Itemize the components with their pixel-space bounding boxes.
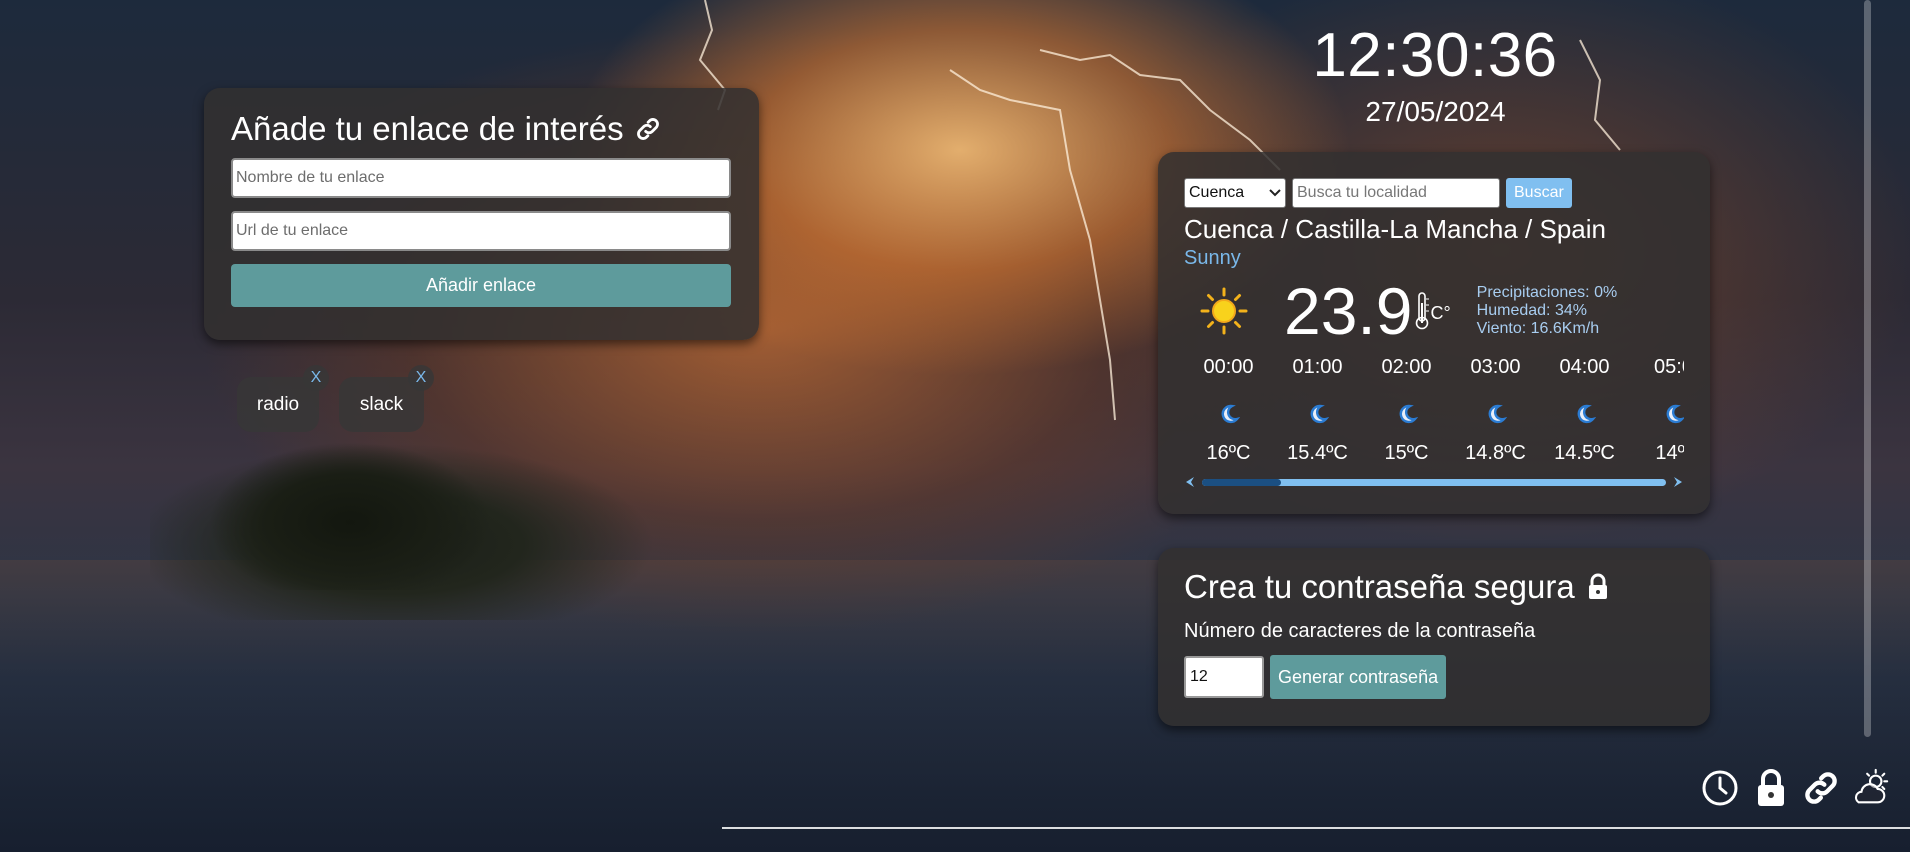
weather-condition: Sunny <box>1184 247 1241 269</box>
link-icon <box>636 118 659 140</box>
moon-icon <box>1488 404 1507 424</box>
precipitation: Precipitaciones: 0% <box>1476 284 1618 301</box>
hourly-item: 05:0 14º( <box>1629 356 1684 472</box>
link-panel-title-text: Añade tu enlace de interés <box>231 110 624 147</box>
scroll-right-icon[interactable] <box>1672 476 1684 488</box>
remove-link-button[interactable]: X <box>303 365 329 391</box>
hourly-temp: 14.5ºC <box>1554 442 1615 464</box>
saved-link-label: radio <box>256 393 300 415</box>
hourly-temp: 16ºC <box>1206 442 1251 464</box>
password-panel: Crea tu contraseña segura Número de cara… <box>1158 548 1710 726</box>
link-url-input[interactable] <box>231 211 731 251</box>
hourly-item: 00:00 16ºC <box>1184 356 1273 472</box>
wind: Viento: 16.6Km/h <box>1476 320 1600 337</box>
moon-icon <box>1666 404 1684 424</box>
clock-time: 12:30:36 <box>1312 21 1558 90</box>
clock-icon <box>1702 770 1738 806</box>
hourly-temp: 14º( <box>1655 442 1684 464</box>
sun-icon <box>1200 287 1248 335</box>
remove-link-button[interactable]: X <box>408 365 434 391</box>
hourly-time: 04:00 <box>1559 356 1610 378</box>
hourly-temp: 15.4ºC <box>1287 442 1348 464</box>
links-nav-button[interactable] <box>1801 768 1841 808</box>
hourly-item: 01:00 15.4ºC <box>1273 356 1362 472</box>
hourly-time: 03:00 <box>1470 356 1521 378</box>
link-icon <box>1805 772 1837 804</box>
hourly-item: 03:00 14.8ºC <box>1451 356 1540 472</box>
city-select-value: Cuenca <box>1189 184 1245 201</box>
city-select[interactable]: Cuenca <box>1184 178 1286 208</box>
hourly-time: 01:00 <box>1292 356 1343 378</box>
search-button[interactable]: Buscar <box>1506 178 1572 208</box>
humidity: Humedad: 34% <box>1476 302 1587 319</box>
current-weather: 23.9 C° Precipitaciones: 0% Humedad: 34%… <box>1184 274 1684 348</box>
moon-icon <box>1221 404 1240 424</box>
saved-link-chip[interactable]: slack X <box>339 365 434 432</box>
moon-icon <box>1577 404 1596 424</box>
partly-cloudy-icon <box>1854 768 1889 804</box>
scroll-thumb[interactable] <box>1202 478 1281 486</box>
hourly-time: 00:00 <box>1203 356 1254 378</box>
saved-link-chip[interactable]: radio X <box>237 365 329 432</box>
hourly-temp: 15ºC <box>1384 442 1429 464</box>
current-temperature: 23.9 <box>1284 274 1413 348</box>
chevron-down-icon <box>1269 189 1281 197</box>
hourly-scrollbar[interactable] <box>1184 476 1684 488</box>
thermometer-icon <box>1416 292 1430 330</box>
page-scrollbar[interactable] <box>1864 0 1871 737</box>
link-panel-title: Añade tu enlace de interés <box>231 110 732 148</box>
password-panel-title-text: Crea tu contraseña segura <box>1184 568 1575 605</box>
weather-search-form: Cuenca Buscar <box>1184 178 1684 208</box>
clock-date: 27/05/2024 <box>1365 96 1506 127</box>
temperature-unit: C° <box>1430 303 1451 323</box>
hourly-item: 02:00 15ºC <box>1362 356 1451 472</box>
saved-link-label: slack <box>359 393 404 415</box>
generate-password-button[interactable]: Generar contraseña <box>1270 655 1447 699</box>
weather-details: Precipitaciones: 0% Humedad: 34% Viento:… <box>1477 284 1618 338</box>
add-link-button[interactable]: Añadir enlace <box>231 264 731 307</box>
weather-location: Cuenca / Castilla-La Mancha / Spain <box>1184 214 1607 244</box>
link-name-input[interactable] <box>231 158 731 198</box>
password-panel-title: Crea tu contraseña segura <box>1184 568 1684 606</box>
hourly-time: 02:00 <box>1381 356 1432 378</box>
weather-panel: Cuenca Buscar Cuenca / Castilla-La Manch… <box>1158 152 1710 514</box>
password-nav-button[interactable] <box>1751 768 1791 808</box>
password-length-input[interactable] <box>1184 656 1264 698</box>
scroll-track[interactable] <box>1202 478 1666 486</box>
lock-icon <box>1588 573 1607 599</box>
hourly-temp: 14.8ºC <box>1465 442 1526 464</box>
link-panel: Añade tu enlace de interés Añadir enlace <box>204 88 759 340</box>
location-search-input[interactable] <box>1292 178 1500 208</box>
hourly-forecast[interactable]: 00:00 16ºC 01:00 15.4ºC 02:00 15ºC 03:00 14.8ºC… <box>1184 356 1684 472</box>
lock-icon <box>1758 769 1784 806</box>
hourly-item: 04:00 14.5ºC <box>1540 356 1629 472</box>
password-length-label: Número de caracteres de la contraseña <box>1184 620 1536 642</box>
weather-nav-button[interactable] <box>1850 768 1890 808</box>
island-trees <box>200 440 500 590</box>
moon-icon <box>1310 404 1329 424</box>
moon-icon <box>1399 404 1418 424</box>
bottom-divider <box>722 827 1910 829</box>
scroll-left-icon[interactable] <box>1184 476 1196 488</box>
clock-nav-button[interactable] <box>1700 768 1740 808</box>
hourly-time: 05:0 <box>1654 356 1684 378</box>
